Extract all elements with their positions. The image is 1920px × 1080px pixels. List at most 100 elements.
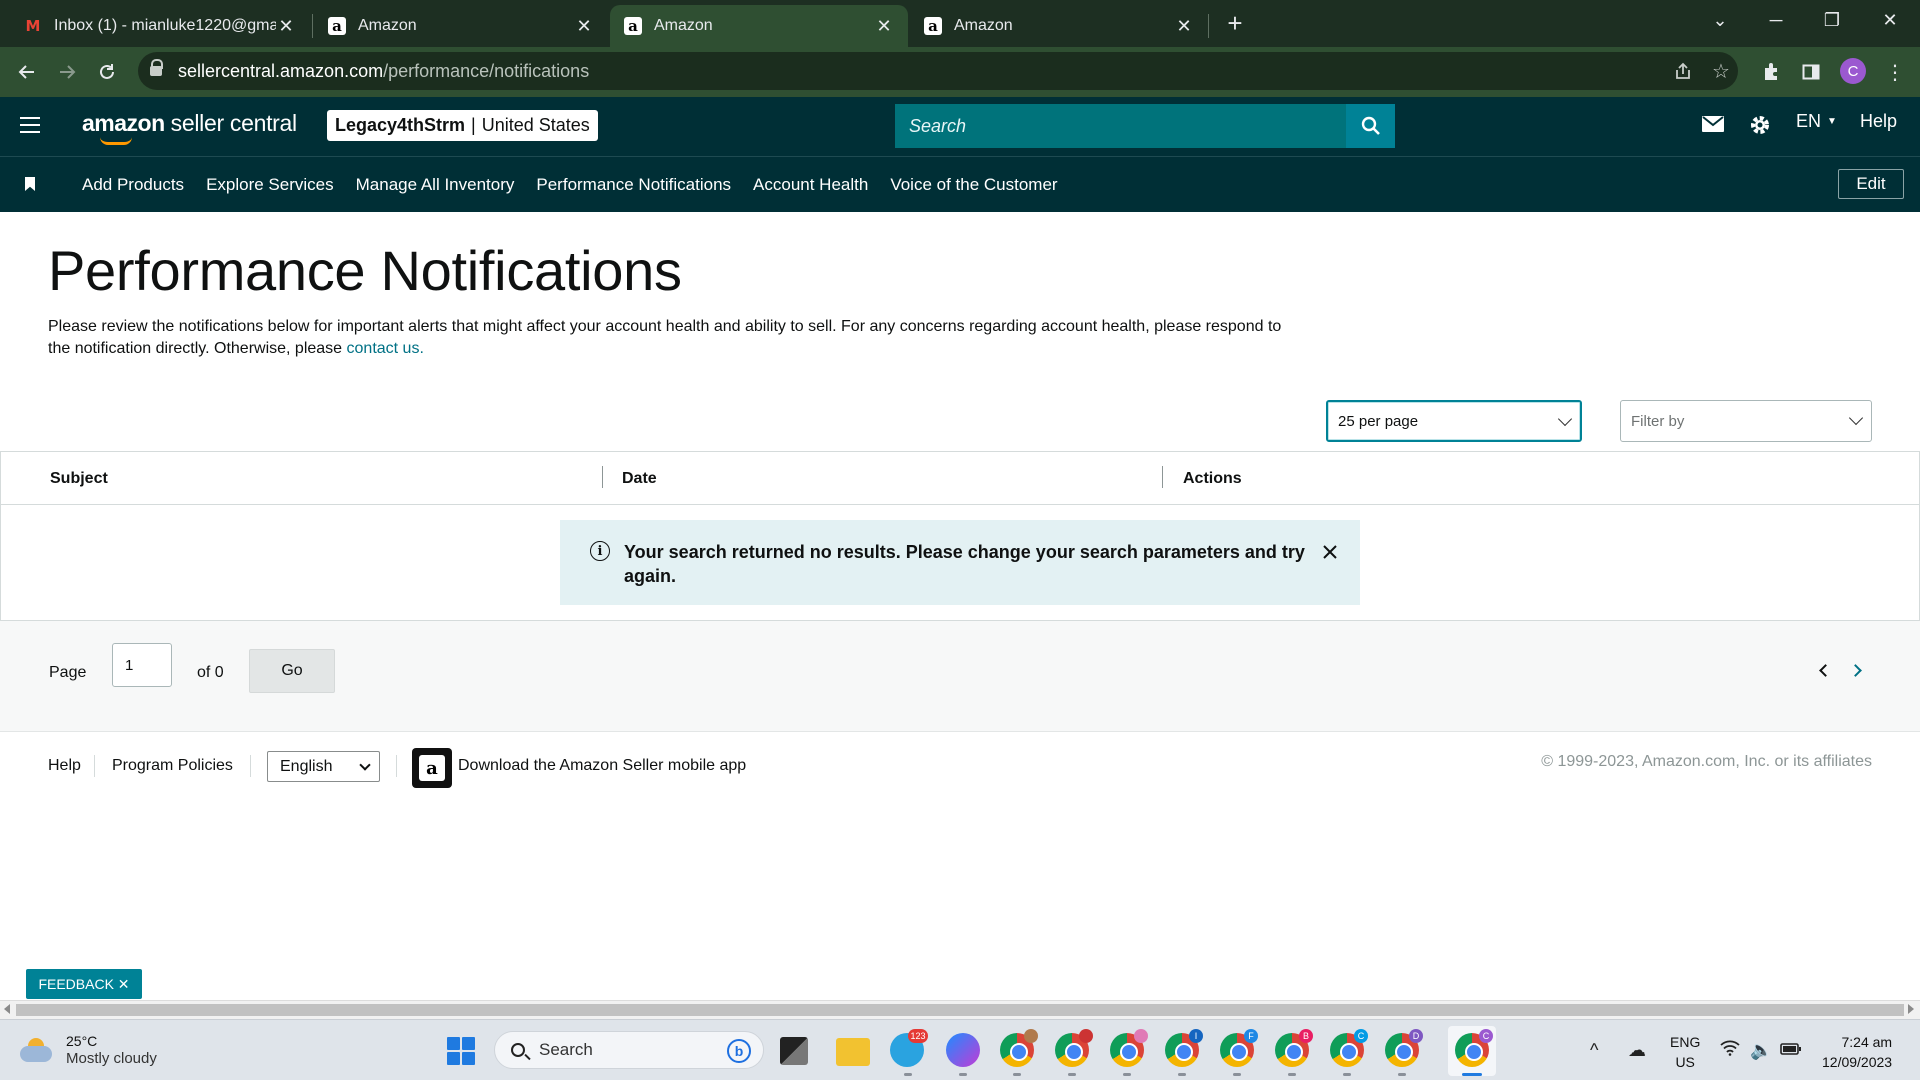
column-actions: Actions [1183, 470, 1242, 487]
messenger-icon[interactable] [946, 1033, 980, 1067]
new-tab-button[interactable]: + [1220, 8, 1250, 38]
dismiss-alert-icon[interactable] [1322, 540, 1338, 566]
address-bar[interactable]: sellercentral.amazon.com/performance/not… [138, 52, 1738, 90]
footer-divider [94, 755, 95, 777]
battery-icon[interactable] [1780, 1040, 1802, 1061]
nav-explore-services[interactable]: Explore Services [206, 175, 334, 195]
app-glyph: a [419, 755, 445, 781]
weather-widget[interactable]: 25°C Mostly cloudy [20, 1032, 157, 1068]
filter-select[interactable]: Filter by [1620, 400, 1872, 442]
tab-search-button[interactable]: ⌄ [1696, 0, 1744, 40]
settings-gear-icon[interactable] [1748, 113, 1772, 137]
copyright-text: © 1999-2023, Amazon.com, Inc. or its aff… [1541, 753, 1872, 770]
next-page-icon[interactable] [1848, 663, 1862, 677]
chrome-profile-4-icon[interactable]: I [1165, 1029, 1203, 1067]
close-icon[interactable]: ✕ [574, 16, 594, 37]
scroll-right-icon[interactable] [1908, 1004, 1914, 1014]
nav-performance-notifications[interactable]: Performance Notifications [536, 175, 731, 195]
telegram-icon[interactable]: 123 [890, 1029, 928, 1067]
minimize-button[interactable]: ─ [1752, 0, 1800, 40]
feedback-button[interactable]: FEEDBACK ✕ [26, 969, 142, 999]
onedrive-offline-icon[interactable]: ☁ [1628, 1040, 1646, 1061]
window-close-button[interactable]: ✕ [1866, 0, 1914, 40]
header-search-input[interactable] [909, 115, 1346, 137]
running-indicator [1013, 1073, 1021, 1076]
cloudy-weather-icon [20, 1038, 52, 1062]
profile-avatar[interactable]: C [1840, 58, 1866, 84]
close-icon[interactable]: ✕ [1174, 16, 1194, 37]
help-link[interactable]: Help [1860, 111, 1897, 132]
close-icon[interactable]: ✕ [874, 16, 894, 37]
tab-gmail[interactable]: M Inbox (1) - mianluke1220@gmail ✕ [10, 5, 310, 47]
language-selector[interactable]: EN ▼ [1796, 111, 1837, 132]
tab-amazon-3[interactable]: a Amazon ✕ [910, 5, 1208, 47]
restore-button[interactable]: ❐ [1808, 0, 1856, 40]
edit-nav-button[interactable]: Edit [1838, 169, 1904, 199]
column-date[interactable]: Date [622, 470, 657, 488]
windows-start-icon[interactable] [447, 1037, 475, 1065]
system-clock[interactable]: 7:24 am 12/09/2023 [1822, 1032, 1892, 1072]
file-explorer-icon[interactable] [836, 1038, 870, 1066]
amazon-seller-app-icon[interactable]: a [412, 748, 452, 788]
language-label: EN [1796, 111, 1822, 131]
chrome-profile-2-icon[interactable] [1055, 1029, 1093, 1067]
running-indicator [1288, 1073, 1296, 1076]
taskbar-search[interactable]: Search b [494, 1031, 764, 1069]
bing-icon[interactable]: b [727, 1039, 751, 1063]
profile-badge: F [1244, 1029, 1258, 1043]
task-view-icon[interactable] [780, 1037, 808, 1065]
bookmark-icon[interactable] [25, 177, 35, 191]
nav-add-products[interactable]: Add Products [82, 175, 184, 195]
chrome-profile-8-icon[interactable]: D [1385, 1029, 1423, 1067]
reload-button[interactable] [92, 57, 122, 87]
bookmark-star-icon[interactable]: ☆ [1706, 56, 1736, 86]
arrow-right-icon [60, 65, 76, 79]
per-page-select[interactable]: 25 per page [1326, 400, 1582, 442]
scrollbar-thumb[interactable] [16, 1004, 1904, 1016]
horizontal-scrollbar[interactable] [0, 1000, 1920, 1019]
chrome-profile-1-icon[interactable] [1000, 1029, 1038, 1067]
previous-page-icon[interactable] [1818, 663, 1832, 677]
close-icon[interactable]: ✕ [276, 16, 296, 37]
nav-manage-all-inventory[interactable]: Manage All Inventory [356, 175, 515, 195]
download-app-link[interactable]: Download the Amazon Seller mobile app [458, 757, 746, 775]
chrome-profile-5-icon[interactable]: F [1220, 1029, 1258, 1067]
header-search-button[interactable] [1346, 104, 1395, 148]
back-button[interactable] [12, 57, 42, 87]
input-language-indicator[interactable]: ENG US [1670, 1032, 1700, 1072]
scroll-left-icon[interactable] [4, 1004, 10, 1014]
tab-amazon-1[interactable]: a Amazon ✕ [314, 5, 608, 47]
wifi-icon[interactable] [1720, 1040, 1740, 1061]
share-icon[interactable] [1668, 56, 1698, 86]
column-divider [1162, 466, 1163, 488]
extensions-icon[interactable] [1756, 57, 1786, 87]
mail-icon[interactable] [1702, 115, 1724, 133]
chrome-profile-active-icon[interactable]: C [1455, 1029, 1493, 1067]
page-number-input[interactable] [112, 643, 172, 687]
store-switcher[interactable]: Legacy4thStrm | United States [327, 110, 598, 141]
column-subject[interactable]: Subject [50, 470, 108, 488]
seller-central-logo[interactable]: amazon seller central [82, 110, 297, 137]
forward-button[interactable] [52, 57, 82, 87]
intro-body: Please review the notifications below fo… [48, 318, 1282, 357]
go-button[interactable]: Go [249, 649, 335, 693]
nav-voice-of-the-customer[interactable]: Voice of the Customer [890, 175, 1057, 195]
running-indicator [1178, 1073, 1186, 1076]
chrome-profile-3-icon[interactable] [1110, 1029, 1148, 1067]
chrome-profile-7-icon[interactable]: C [1330, 1029, 1368, 1067]
program-policies-link[interactable]: Program Policies [112, 757, 233, 775]
contact-us-link[interactable]: contact us. [347, 340, 424, 357]
store-separator: | [471, 115, 476, 135]
hamburger-menu-icon[interactable] [20, 117, 40, 133]
nav-account-health[interactable]: Account Health [753, 175, 868, 195]
tab-title: Amazon [654, 17, 713, 34]
footer-language-select[interactable]: English [267, 751, 380, 782]
chevron-up-icon[interactable]: ^ [1590, 1040, 1598, 1061]
chrome-profile-6-icon[interactable]: B [1275, 1029, 1313, 1067]
volume-icon[interactable]: 🔈 [1750, 1040, 1772, 1061]
browser-menu-icon[interactable]: ⋮ [1880, 57, 1910, 87]
side-panel-icon[interactable] [1796, 57, 1826, 87]
chevron-down-icon [1557, 411, 1573, 427]
tab-amazon-active[interactable]: a Amazon ✕ [610, 5, 908, 47]
footer-help-link[interactable]: Help [48, 757, 81, 775]
